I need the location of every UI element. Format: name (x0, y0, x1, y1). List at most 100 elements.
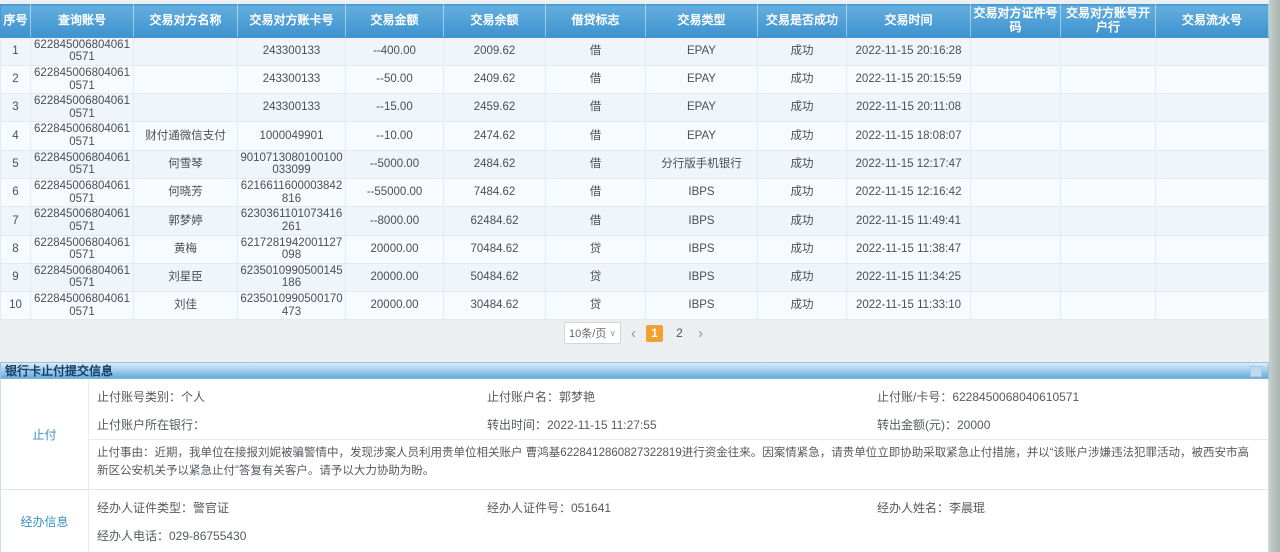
col-header-seq: 序号 (1, 5, 31, 38)
transaction-row-amount: 20000.00 (346, 292, 444, 320)
stop-payment-reason-text: 止付事由：近期，我单位在接报刘妮被骗警情中，发现涉案人员利用贵单位相关账户 曹鸿… (89, 439, 1268, 485)
next-page-button[interactable]: › (696, 326, 705, 341)
transaction-row-serial (1156, 37, 1269, 65)
transaction-row-flag: 借 (546, 179, 646, 207)
transaction-row: 96228450068040610571刘星臣62350109905001451… (1, 263, 1269, 291)
transaction-table: 序号 查询账号 交易对方名称 交易对方账卡号 交易金额 交易余额 借贷标志 交易… (0, 4, 1269, 320)
transaction-row-account: 6228450068040610571 (31, 235, 134, 263)
transaction-row-serial (1156, 150, 1269, 178)
transaction-row-cert (971, 263, 1061, 291)
col-header-balance: 交易余额 (444, 5, 546, 38)
transaction-row-type: IBPS (646, 179, 758, 207)
transaction-row-account: 6228450068040610571 (31, 207, 134, 235)
transaction-row-type: IBPS (646, 292, 758, 320)
col-header-time: 交易时间 (847, 5, 971, 38)
transaction-row-balance: 7484.62 (444, 179, 546, 207)
transaction-row: 56228450068040610571何雪琴90107130801001000… (1, 150, 1269, 178)
col-header-success: 交易是否成功 (758, 5, 847, 38)
field-account-bank: 止付账户所在银行： (97, 416, 487, 434)
transaction-row-card: 6230361101073416261 (238, 207, 346, 235)
transaction-row-serial (1156, 207, 1269, 235)
transaction-row-name: 财付通微信支付 (134, 122, 238, 150)
stop-payment-group: 止付 止付账号类别：个人 止付账户名：郭梦艳 止付账/卡号：6228450068… (1, 379, 1268, 489)
transaction-row-success: 成功 (758, 37, 847, 65)
transaction-row: 46228450068040610571财付通微信支付1000049901--1… (1, 122, 1269, 150)
transaction-row-account: 6228450068040610571 (31, 65, 134, 93)
operator-info-group-label: 经办信息 (1, 490, 89, 552)
transaction-row-bank (1061, 235, 1156, 263)
stop-payment-section-title: 银行卡止付提交信息 (0, 362, 1269, 379)
page-size-select[interactable]: 10条/页 ∨ (564, 322, 621, 344)
transaction-row-balance: 2474.62 (444, 122, 546, 150)
transaction-row-card: 9010713080100100033099 (238, 150, 346, 178)
transaction-row-success: 成功 (758, 94, 847, 122)
transaction-row-flag: 借 (546, 122, 646, 150)
prev-page-button[interactable]: ‹ (629, 326, 638, 341)
transaction-row-success: 成功 (758, 235, 847, 263)
transaction-row-balance: 2409.62 (444, 65, 546, 93)
transaction-row-time: 2022-11-15 20:11:08 (847, 94, 971, 122)
transaction-row-flag: 借 (546, 94, 646, 122)
transaction-row: 26228450068040610571 243300133--50.002409… (1, 65, 1269, 93)
transaction-row-card: 6235010990500170473 (238, 292, 346, 320)
field-transfer-amount: 转出金额(元)：20000 (877, 416, 1268, 434)
transaction-row-serial (1156, 179, 1269, 207)
transaction-row-balance: 30484.62 (444, 292, 546, 320)
transaction-row-time: 2022-11-15 11:34:25 (847, 263, 971, 291)
transaction-row-account: 6228450068040610571 (31, 179, 134, 207)
transaction-row-serial (1156, 235, 1269, 263)
transaction-row-bank (1061, 150, 1156, 178)
transaction-row-balance: 50484.62 (444, 263, 546, 291)
transaction-row-cert (971, 37, 1061, 65)
col-header-type: 交易类型 (646, 5, 758, 38)
field-account-holder-name: 止付账户名：郭梦艳 (487, 388, 877, 406)
transaction-row-account: 6228450068040610571 (31, 263, 134, 291)
transaction-row-balance: 2484.62 (444, 150, 546, 178)
stop-payment-section-title-text: 银行卡止付提交信息 (5, 364, 113, 378)
transaction-row-type: IBPS (646, 235, 758, 263)
transaction-row-type: IBPS (646, 207, 758, 235)
transaction-row: 76228450068040610571郭梦婷62303611010734162… (1, 207, 1269, 235)
transaction-row-balance: 2009.62 (444, 37, 546, 65)
transaction-row-time: 2022-11-15 11:33:10 (847, 292, 971, 320)
transaction-row-type: 分行版手机银行 (646, 150, 758, 178)
field-account-category: 止付账号类别：个人 (97, 388, 487, 406)
transaction-row-flag: 借 (546, 65, 646, 93)
field-transfer-time: 转出时间：2022-11-15 11:27:55 (487, 416, 877, 434)
transaction-row-time: 2022-11-15 20:16:28 (847, 37, 971, 65)
transaction-row-no: 2 (1, 65, 31, 93)
chevron-down-icon: ∨ (609, 328, 616, 339)
page-button-1[interactable]: 1 (646, 325, 663, 342)
transaction-row-card: 243300133 (238, 65, 346, 93)
section-gap (0, 346, 1269, 362)
transaction-row-amount: --50.00 (346, 65, 444, 93)
transaction-row-name (134, 37, 238, 65)
transaction-row-card: 243300133 (238, 37, 346, 65)
stop-payment-fields: 止付账号类别：个人 止付账户名：郭梦艳 止付账/卡号：6228450068040… (89, 379, 1268, 489)
transaction-row-name: 郭梦婷 (134, 207, 238, 235)
transaction-row-type: IBPS (646, 263, 758, 291)
transaction-row-time: 2022-11-15 11:49:41 (847, 207, 971, 235)
transaction-row-cert (971, 150, 1061, 178)
pagination-bar: 10条/页 ∨ ‹ 1 2 › (0, 320, 1269, 346)
transaction-row: 16228450068040610571243300133--400.00200… (1, 37, 1269, 65)
transaction-row-account: 6228450068040610571 (31, 37, 134, 65)
page-button-2[interactable]: 2 (671, 325, 688, 342)
transaction-row-cert (971, 235, 1061, 263)
transaction-row-bank (1061, 65, 1156, 93)
transaction-row-no: 9 (1, 263, 31, 291)
transaction-row-name: 刘星臣 (134, 263, 238, 291)
transaction-row-name: 何晓芳 (134, 179, 238, 207)
main-content: 序号 查询账号 交易对方名称 交易对方账卡号 交易金额 交易余额 借贷标志 交易… (0, 0, 1269, 552)
transaction-row-no: 3 (1, 94, 31, 122)
transaction-row: 86228450068040610571黄梅621728194200112709… (1, 235, 1269, 263)
transaction-row-bank (1061, 292, 1156, 320)
transaction-row-card: 243300133 (238, 94, 346, 122)
transaction-row-account: 6228450068040610571 (31, 150, 134, 178)
transaction-row-no: 8 (1, 235, 31, 263)
transaction-row-amount: --400.00 (346, 37, 444, 65)
transaction-row-type: EPAY (646, 94, 758, 122)
transaction-row-account: 6228450068040610571 (31, 94, 134, 122)
right-scrollbar-track[interactable] (1269, 0, 1280, 552)
transaction-row-amount: --10.00 (346, 122, 444, 150)
